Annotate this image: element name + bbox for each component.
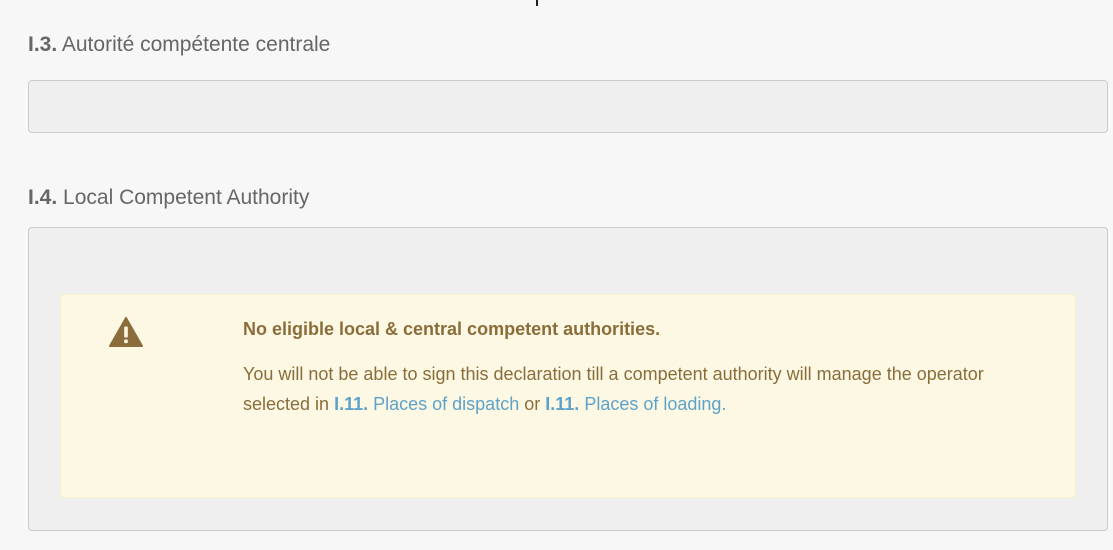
places-of-dispatch-code: I.11. [334,394,369,414]
warning-alert: No eligible local & central competent au… [60,294,1076,498]
local-authority-label-text: Local Competent Authority [63,186,310,209]
central-authority-label-text: Autorité compétente centrale [61,33,331,56]
alert-message-end: . [721,394,727,414]
local-authority-code: I.4. [28,186,58,209]
places-of-dispatch-text: Places of dispatch [373,394,520,414]
alert-body: No eligible local & central competent au… [243,317,1003,419]
central-authority-label: I.3. Autorité compétente centrale [28,30,1108,60]
local-authority-label: I.4. Local Competent Authority [28,183,1108,213]
central-authority-code: I.3. [28,33,58,56]
warning-triangle-icon [109,317,143,347]
local-authority-field: No eligible local & central competent au… [28,227,1108,531]
places-of-loading-text: Places of loading [584,394,722,414]
places-of-loading-code: I.11. [545,394,580,414]
places-of-loading-link[interactable]: I.11. Places of loading. [545,394,726,414]
central-authority-section: I.3. Autorité compétente centrale [28,30,1108,133]
alert-connector: or [524,394,541,414]
alert-message: You will not be able to sign this declar… [243,359,1003,419]
central-authority-field[interactable] [28,80,1108,133]
top-divider-tick [536,0,538,6]
local-authority-section: I.4. Local Competent Authority No eligib… [28,183,1108,531]
alert-title: No eligible local & central competent au… [243,319,661,339]
places-of-dispatch-link[interactable]: I.11. Places of dispatch [334,394,519,414]
